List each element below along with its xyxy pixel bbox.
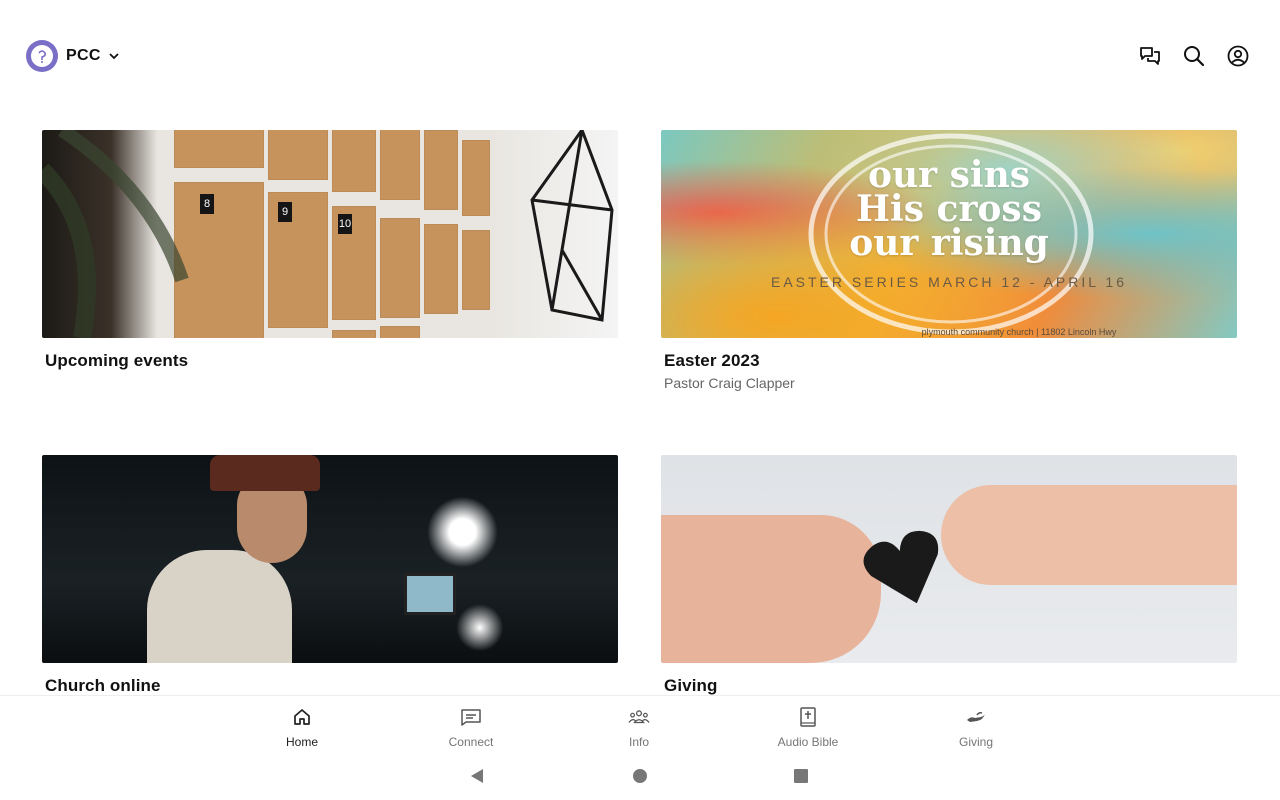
card-easter-2023[interactable]: our sins His cross our rising EASTER SER… — [661, 130, 1237, 391]
banner-footer: plymouth community church | 11802 Lincol… — [921, 327, 1117, 337]
home-circle-icon[interactable] — [631, 767, 649, 785]
bottom-navigation: Home Connect Info Audio Bible Giving — [0, 695, 1280, 752]
banner-line: our rising — [849, 222, 1049, 264]
bible-icon — [797, 706, 819, 728]
card-giving[interactable]: Giving — [661, 455, 1237, 695]
giving-hand-icon — [965, 706, 987, 728]
message-icon — [460, 706, 482, 728]
account-circle-icon[interactable] — [1226, 44, 1250, 68]
church-logo-icon — [26, 40, 58, 72]
card-church-online[interactable]: Church online — [42, 455, 618, 695]
card-image-studio — [42, 455, 618, 663]
nav-info[interactable]: Info — [584, 706, 694, 750]
home-icon — [291, 706, 313, 728]
nav-connect[interactable]: Connect — [416, 706, 526, 750]
monitor-graphic — [404, 573, 456, 615]
system-navigation-bar — [0, 752, 1280, 800]
cork-number-label: 8 — [200, 194, 214, 214]
chevron-down-icon — [109, 53, 119, 60]
plant-leaves-graphic — [42, 130, 189, 338]
hand-graphic — [661, 515, 881, 663]
header-actions — [1138, 44, 1250, 68]
card-title: Giving — [664, 676, 718, 695]
geometric-lamp-graphic — [530, 130, 614, 322]
top-app-bar: PCC — [0, 0, 1280, 112]
card-title: Church online — [45, 676, 161, 695]
recents-square-icon[interactable] — [792, 767, 810, 785]
nav-label: Home — [285, 735, 318, 749]
nav-audio-bible[interactable]: Audio Bible — [753, 706, 863, 750]
banner-series-dates: EASTER SERIES MARCH 12 - APRIL 16 — [770, 274, 1127, 290]
nav-home[interactable]: Home — [247, 706, 357, 750]
nav-label: Audio Bible — [777, 735, 839, 749]
card-subtitle: Pastor Craig Clapper — [664, 375, 795, 391]
search-icon[interactable] — [1182, 44, 1206, 68]
cork-number-label: 10 — [338, 214, 352, 234]
banner-line: His cross — [856, 188, 1042, 230]
card-image-cork-board: 8 9 10 — [42, 130, 618, 338]
cork-number-label: 9 — [278, 202, 292, 222]
chat-icon[interactable] — [1138, 44, 1162, 68]
hand-graphic — [941, 485, 1237, 585]
card-image-giving — [661, 455, 1237, 663]
nav-label: Connect — [448, 735, 494, 749]
card-image-easter-banner: our sins His cross our rising EASTER SER… — [661, 130, 1237, 338]
banner-line: our sins — [867, 154, 1031, 196]
card-upcoming-events[interactable]: 8 9 10 Upcoming events — [42, 130, 618, 371]
group-icon — [628, 706, 650, 728]
content-grid: 8 9 10 Upcoming events our sins His cros… — [42, 130, 1238, 695]
banner-headline: our sins His cross our rising — [661, 154, 1237, 264]
org-switcher[interactable]: PCC — [26, 40, 121, 72]
heart-icon — [863, 530, 939, 604]
nav-giving[interactable]: Giving — [921, 706, 1031, 750]
card-title: Easter 2023 — [664, 351, 760, 370]
nav-label: Giving — [958, 735, 993, 749]
back-icon[interactable] — [468, 767, 486, 785]
nav-label: Info — [628, 735, 649, 749]
card-title: Upcoming events — [45, 351, 189, 370]
org-name: PCC — [66, 47, 101, 64]
person-graphic — [147, 550, 292, 663]
